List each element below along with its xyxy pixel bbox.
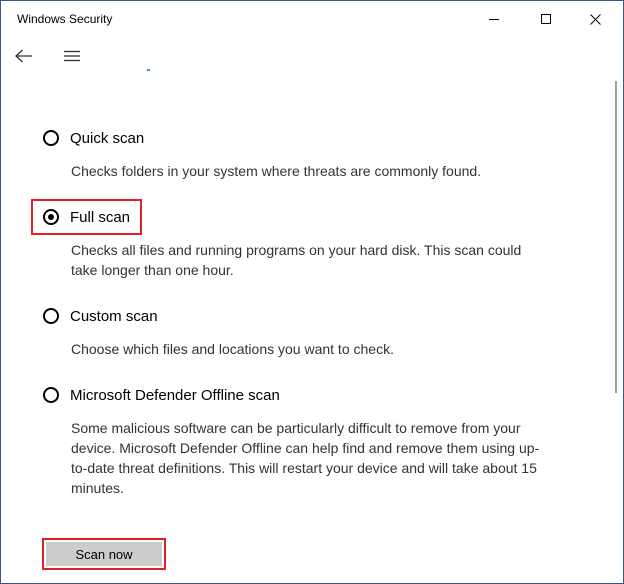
full-scan-label: Full scan xyxy=(70,208,131,226)
back-arrow-icon xyxy=(15,49,32,63)
full-scan-description: Checks all files and running programs on… xyxy=(71,242,522,278)
scan-now-button[interactable]: Scan now xyxy=(46,542,162,566)
custom-scan-option[interactable]: Custom scan xyxy=(43,305,158,327)
close-icon xyxy=(589,13,601,25)
custom-scan-radio[interactable] xyxy=(43,308,59,324)
minimize-button[interactable] xyxy=(471,1,517,37)
full-scan-option[interactable]: Full scan xyxy=(43,206,130,228)
minimize-icon xyxy=(489,19,499,20)
title-bar: Windows Security xyxy=(1,1,623,37)
offline-scan-radio[interactable] xyxy=(43,387,59,403)
custom-scan-description: Choose which files and locations you wan… xyxy=(71,341,394,357)
close-button[interactable] xyxy=(572,1,618,37)
window-title: Windows Security xyxy=(17,12,113,26)
menu-button[interactable] xyxy=(57,42,87,70)
maximize-icon xyxy=(541,14,551,24)
custom-scan-label: Custom scan xyxy=(70,307,158,325)
quick-scan-label: Quick scan xyxy=(70,129,145,147)
full-scan-radio[interactable] xyxy=(43,209,59,225)
quick-scan-radio[interactable] xyxy=(43,130,59,146)
hamburger-menu-icon xyxy=(64,50,80,62)
quick-scan-description: Checks folders in your system where thre… xyxy=(71,163,482,179)
maximize-button[interactable] xyxy=(523,1,569,37)
offline-scan-option[interactable]: Microsoft Defender Offline scan xyxy=(43,384,280,406)
quick-scan-option[interactable]: Quick scan xyxy=(43,127,144,149)
windows-security-window: Windows Security Quick scan Checks folde… xyxy=(0,0,624,584)
back-button[interactable] xyxy=(9,42,39,70)
offline-scan-description: Some malicious software can be particula… xyxy=(71,420,540,496)
scrollbar[interactable] xyxy=(615,81,617,393)
offline-scan-label: Microsoft Defender Offline scan xyxy=(70,386,280,404)
link-fragment xyxy=(147,69,150,71)
